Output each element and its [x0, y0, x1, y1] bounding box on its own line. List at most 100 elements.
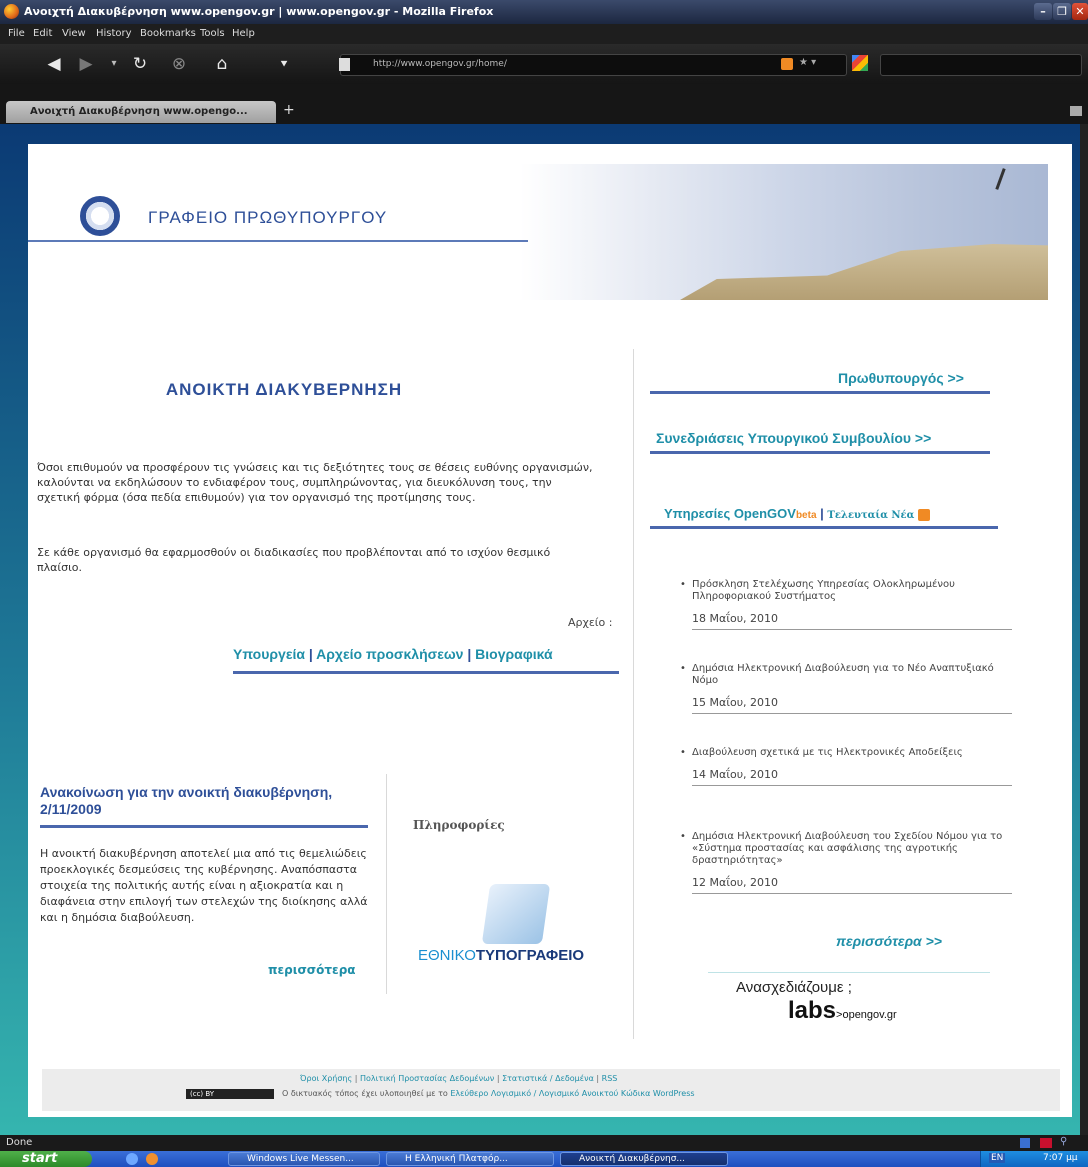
- footer-links: Όροι Χρήσης | Πολιτική Προστασίας Δεδομέ…: [300, 1074, 617, 1083]
- status-bar: Done ⚲: [0, 1135, 1088, 1151]
- navigation-toolbar: ◀ ▶ ▾ ↻ ⊗ ⌂ ⯆ http://www.opengov.gr/home…: [0, 44, 1088, 84]
- minimize-icon[interactable]: –: [1034, 3, 1052, 20]
- news-divider: [692, 785, 1012, 786]
- menu-bookmarks[interactable]: Bookmarks: [140, 28, 196, 39]
- language-indicator[interactable]: EN: [989, 1153, 1006, 1163]
- menu-help[interactable]: Help: [232, 28, 255, 39]
- link-separator: |: [596, 1074, 600, 1083]
- creative-commons-badge[interactable]: (cc) BY: [186, 1089, 274, 1099]
- news-item[interactable]: • Πρόσκληση Στελέχωσης Υπηρεσίας Ολοκληρω…: [680, 579, 1020, 630]
- news-item[interactable]: • Δημόσια Ηλεκτρονική Διαβούλευση του Σχε…: [680, 831, 1020, 894]
- rss-link[interactable]: RSS: [602, 1074, 618, 1083]
- news-title[interactable]: Πρόσκληση Στελέχωσης Υπηρεσίας Ολοκληρωμ…: [692, 579, 955, 602]
- magnifier-icon[interactable]: ⚲: [1060, 1136, 1067, 1147]
- system-tray: EN 7:07 μμ: [980, 1151, 1088, 1167]
- footer-credit-text: Ο δικτυακός τόπος έχει υλοποιηθεί με το: [282, 1089, 448, 1098]
- privacy-link[interactable]: Πολιτική Προστασίας Δεδομένων: [360, 1074, 494, 1083]
- news-item[interactable]: • Δημόσια Ηλεκτρονική Διαβούλευση για το …: [680, 663, 1020, 714]
- status-addon-icon[interactable]: [1020, 1138, 1030, 1148]
- star-icon[interactable]: ★ ▾: [799, 57, 816, 68]
- url-text: http://www.opengov.gr/home/: [373, 59, 507, 69]
- taskbar-button-platform[interactable]: Η Ελληνική Πλατφόρ...: [386, 1152, 554, 1166]
- taskbar-button-browser[interactable]: Ανοικτή Διακυβέρνησ...: [560, 1152, 728, 1166]
- latest-news-link[interactable]: Τελευταία Νέα: [827, 510, 914, 521]
- news-date: 12 Μαΐου, 2010: [692, 876, 779, 889]
- news-title[interactable]: Δημόσια Ηλεκτρονική Διαβούλευση του Σχεδ…: [692, 831, 1002, 866]
- footer-credit: Ο δικτυακός τόπος έχει υλοποιηθεί με το …: [282, 1089, 695, 1098]
- google-icon[interactable]: [852, 55, 868, 71]
- page-icon: [339, 58, 350, 71]
- bullet-icon: •: [680, 663, 686, 674]
- printing-press-logo-graphic: [481, 884, 551, 944]
- start-button[interactable]: start: [0, 1151, 92, 1167]
- invitations-archive-link[interactable]: Αρχείο προσκλήσεων: [316, 646, 463, 662]
- intro-paragraph-2: Σε κάθε οργανισμό θα εφαρμοσθούν οι διαδ…: [37, 546, 551, 574]
- info-heading: Πληροφορίες: [413, 818, 505, 832]
- cabinet-meetings-link[interactable]: Συνεδριάσεις Υπουργικού Συμβουλίου >>: [656, 430, 931, 446]
- archive-label: Αρχείο :: [568, 616, 613, 629]
- back-icon[interactable]: ◀: [40, 52, 68, 76]
- stop-icon[interactable]: ⊗: [165, 52, 193, 76]
- page-title: ΑΝΟΙΚΤΗ ΔΙΑΚΥΒΕΡΝΗΣΗ: [165, 380, 403, 399]
- menu-edit[interactable]: Edit: [33, 28, 52, 39]
- news-divider: [692, 629, 1012, 630]
- window-title: Ανοιχτή Διακυβέρνηση www.opengov.gr | ww…: [24, 5, 494, 18]
- menu-tools[interactable]: Tools: [200, 28, 225, 39]
- link-separator: |: [467, 646, 472, 662]
- labs-logo-suffix: >opengov.gr: [836, 1009, 897, 1021]
- menu-view[interactable]: View: [62, 28, 86, 39]
- news-divider: [692, 893, 1012, 894]
- news-item[interactable]: • Διαβούλευση σχετικά με τις Ηλεκτρονικές…: [680, 747, 1020, 786]
- rss-feed-icon[interactable]: [917, 508, 930, 521]
- quick-launch-icon[interactable]: [126, 1153, 138, 1165]
- forward-icon[interactable]: ▶: [72, 52, 100, 76]
- new-tab-button[interactable]: +: [283, 102, 295, 118]
- cabinet-underline: [650, 451, 990, 454]
- tab-title: Ανοιχτή Διακυβέρνηση www.opengo...: [30, 106, 248, 117]
- news-date: 14 Μαΐου, 2010: [692, 768, 779, 781]
- labs-opengov-logo[interactable]: labs>opengov.gr: [788, 997, 897, 1025]
- ministries-link[interactable]: Υπουργεία: [233, 646, 305, 662]
- window-title-bar: Ανοιχτή Διακυβέρνηση www.opengov.gr | ww…: [0, 0, 1088, 24]
- maximize-icon[interactable]: ❐: [1053, 3, 1071, 20]
- bookmark-star-icon[interactable]: ⯆: [270, 52, 298, 76]
- labs-divider: [708, 972, 990, 973]
- beta-badge: beta: [795, 510, 817, 521]
- announcement-title[interactable]: Ανακοίνωση για την ανοικτή διακυβέρνηση,…: [40, 784, 370, 818]
- statistics-link[interactable]: Στατιστικά / Δεδομένα: [502, 1074, 594, 1083]
- cv-link[interactable]: Βιογραφικά: [475, 646, 552, 662]
- national-printing-office-logo[interactable]: ΕΘΝΙΚΟΤΥΠΟΓΡΑΦΕΙΟ: [418, 947, 584, 964]
- tab-active[interactable]: Ανοιχτή Διακυβέρνηση www.opengo...: [6, 101, 276, 123]
- search-input[interactable]: [880, 54, 1082, 76]
- firefox-quick-launch-icon[interactable]: [146, 1153, 158, 1165]
- flag-icon[interactable]: [1040, 1138, 1052, 1148]
- news-more-link[interactable]: περισσότερα >>: [836, 933, 942, 949]
- taskbar-button-messenger[interactable]: Windows Live Messen...: [228, 1152, 380, 1166]
- menu-file[interactable]: File: [8, 28, 25, 39]
- prime-minister-link[interactable]: Πρωθυπουργός >>: [838, 370, 964, 386]
- scrollbar[interactable]: [1080, 124, 1088, 1151]
- close-icon[interactable]: ✕: [1072, 3, 1088, 20]
- wordpress-link[interactable]: Ελεύθερο Λογισμικό / Λογισμικό Ανοικτού …: [450, 1089, 694, 1098]
- link-separator: |: [308, 646, 313, 662]
- labs-logo-text: labs: [788, 997, 837, 1024]
- url-bar[interactable]: http://www.opengov.gr/home/ ★ ▾: [339, 54, 847, 76]
- greek-emblem-logo: [80, 196, 120, 236]
- clock: 7:07 μμ: [1043, 1153, 1078, 1163]
- footer: Όροι Χρήσης | Πολιτική Προστασίας Δεδομέ…: [42, 1069, 1060, 1111]
- archive-links: Υπουργεία | Αρχείο προσκλήσεων | Βιογραφ…: [233, 646, 553, 662]
- rss-icon[interactable]: [781, 58, 793, 70]
- header-title: ΓΡΑΦΕΙΟ ΠΡΩΘΥΠΟΥΡΓΟΥ: [148, 208, 388, 227]
- news-date: 18 Μαΐου, 2010: [692, 612, 779, 625]
- home-icon[interactable]: ⌂: [208, 52, 236, 76]
- history-dropdown-icon[interactable]: ▾: [100, 52, 128, 76]
- services-label[interactable]: Υπηρεσίες OpenGOV: [664, 506, 796, 521]
- list-tabs-icon[interactable]: [1070, 106, 1082, 116]
- reload-icon[interactable]: ↻: [126, 52, 154, 76]
- terms-link[interactable]: Όροι Χρήσης: [300, 1074, 352, 1083]
- services-underline: [650, 526, 998, 529]
- menu-history[interactable]: History: [96, 28, 132, 39]
- news-title[interactable]: Διαβούλευση σχετικά με τις Ηλεκτρονικές …: [692, 747, 963, 758]
- news-title[interactable]: Δημόσια Ηλεκτρονική Διαβούλευση για το Ν…: [692, 663, 994, 686]
- announcement-more-link[interactable]: περισσότερα: [268, 963, 356, 977]
